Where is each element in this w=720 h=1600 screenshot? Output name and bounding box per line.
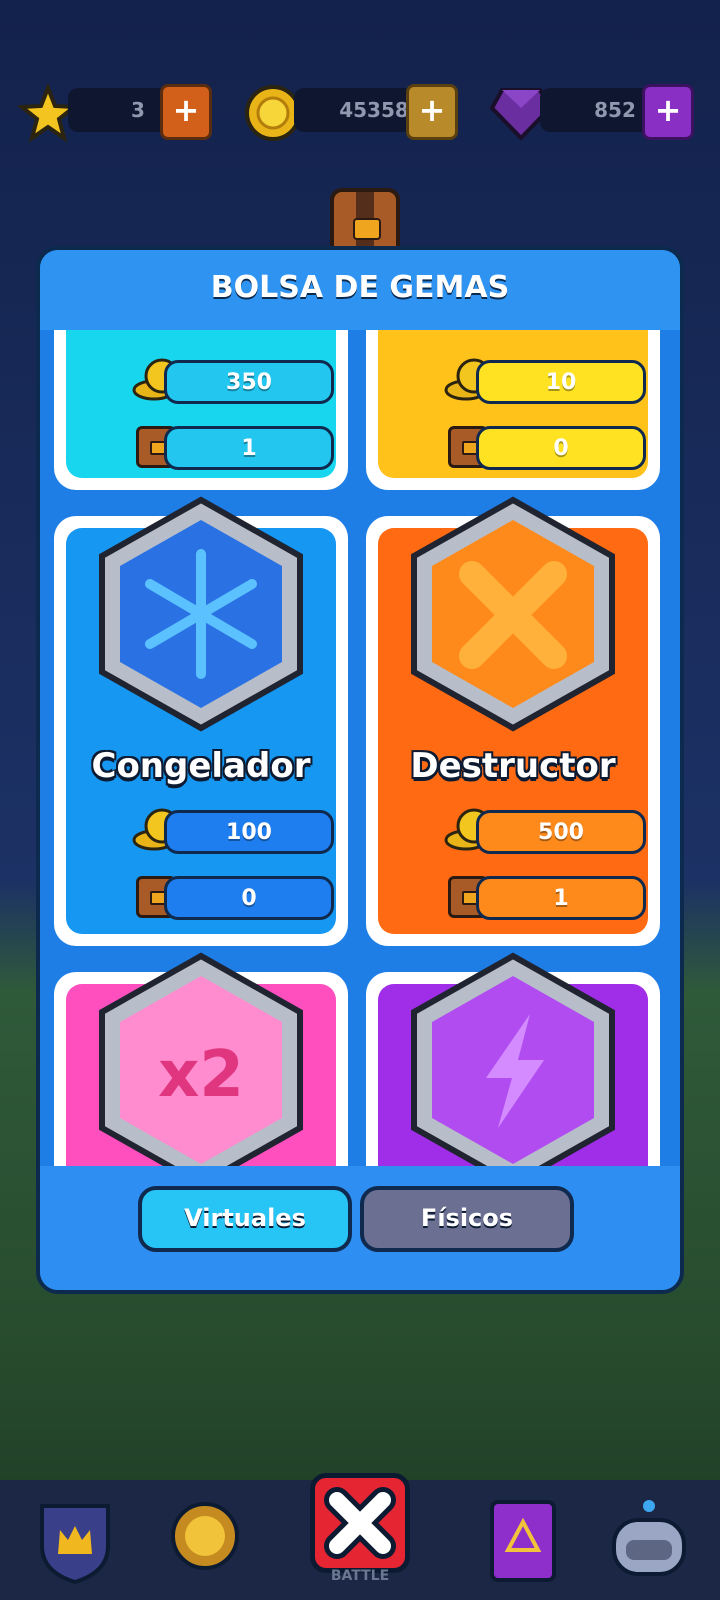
snowflake-icon — [99, 496, 303, 732]
coins-cost: 350 — [164, 360, 334, 404]
coins-cost: 500 — [476, 810, 646, 854]
gem-bag-modal: BOLSA DE GEMAS 350 1 10 0 Congelador 100… — [36, 246, 684, 1294]
coins-counter: 45358 + — [294, 84, 458, 140]
gem-name: Destructor — [410, 746, 616, 786]
gem-grid[interactable]: 350 1 10 0 Congelador 100 0 Destructor 5… — [54, 330, 674, 1170]
tab-physical[interactable]: Físicos — [360, 1186, 574, 1252]
chest-count: 0 — [476, 426, 646, 470]
gem-card[interactable]: 350 1 — [54, 330, 348, 490]
gem-card[interactable]: 10 0 — [366, 330, 660, 490]
gem-card-destructor[interactable]: Destructor 500 1 — [366, 496, 660, 946]
tabs-bar: Virtuales Físicos — [40, 1166, 680, 1290]
stars-counter: 3 + — [68, 84, 212, 140]
gem-card-speed[interactable] — [366, 952, 660, 1170]
chest-count: 0 — [164, 876, 334, 920]
chest-count: 1 — [164, 426, 334, 470]
modal-title: BOLSA DE GEMAS — [210, 270, 510, 305]
trophy-icon[interactable] — [160, 1496, 250, 1586]
modal-header: BOLSA DE GEMAS — [40, 250, 680, 330]
resource-bar: 3 + 45358 + 852 + — [0, 80, 720, 150]
cracked-x-icon — [411, 496, 615, 732]
svg-text:x2: x2 — [158, 1038, 244, 1112]
add-coins-button[interactable]: + — [406, 84, 458, 140]
battle-label: BATTLE — [330, 1568, 390, 1584]
add-stars-button[interactable]: + — [160, 84, 212, 140]
close-icon — [324, 1487, 396, 1559]
spellbook-icon[interactable] — [478, 1496, 568, 1586]
close-button[interactable] — [310, 1473, 410, 1573]
gem-name: Congelador — [91, 746, 311, 786]
crown-shield-icon[interactable] — [30, 1496, 120, 1586]
tab-virtual[interactable]: Virtuales — [138, 1186, 352, 1252]
coins-cost: 100 — [164, 810, 334, 854]
gem-card-congelador[interactable]: Congelador 100 0 — [54, 496, 348, 946]
gems-counter: 852 + — [540, 84, 694, 140]
add-gems-button[interactable]: + — [642, 84, 694, 140]
chest-count: 1 — [476, 876, 646, 920]
robot-icon[interactable] — [604, 1496, 694, 1586]
lightning-icon — [411, 952, 615, 1170]
gem-card-x2[interactable]: x2 — [54, 952, 348, 1170]
coins-cost: 10 — [476, 360, 646, 404]
x2-gem-icon: x2 — [99, 952, 303, 1170]
